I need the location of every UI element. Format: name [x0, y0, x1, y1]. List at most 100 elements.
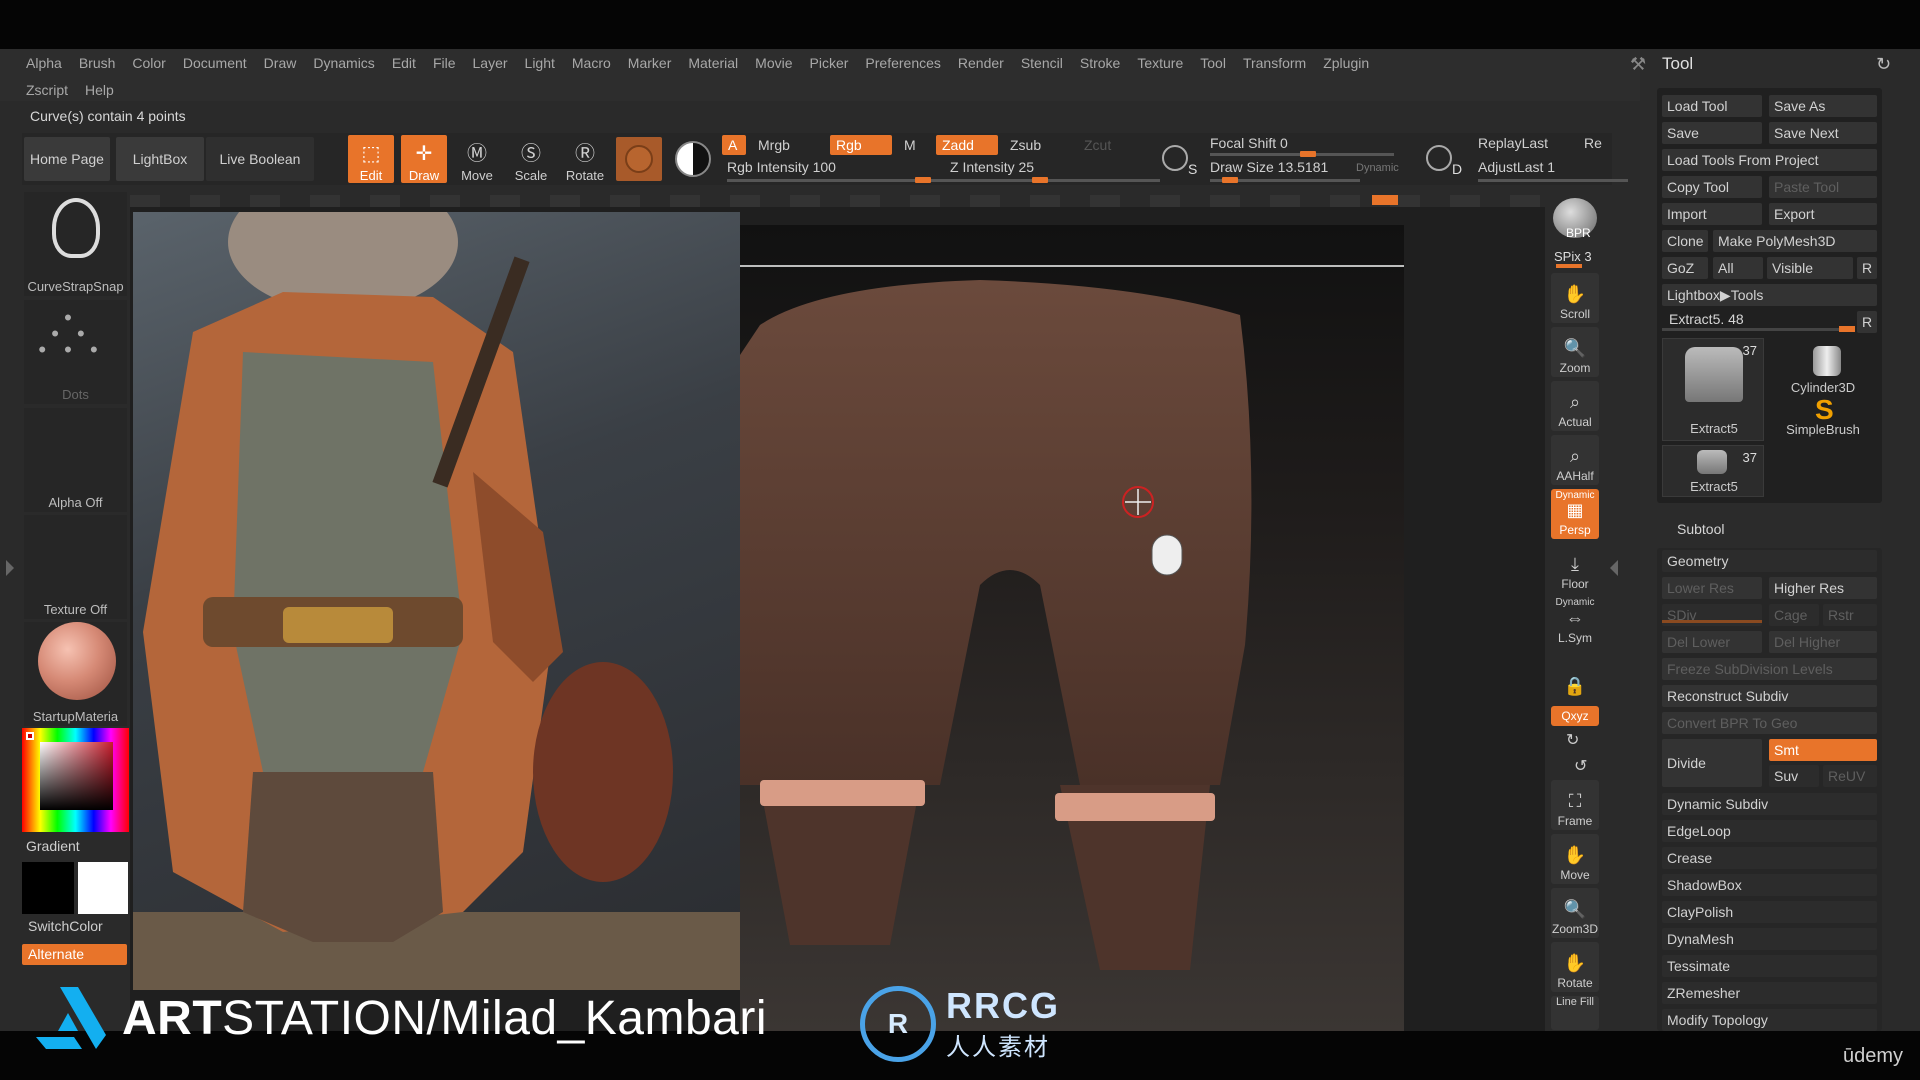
lightbox-tools-button[interactable]: Lightbox▶Tools — [1662, 284, 1877, 306]
material-thumbnail[interactable]: StartupMateria — [24, 622, 127, 726]
dynamic-label[interactable]: Dynamic — [1356, 162, 1399, 174]
geometry-subsection[interactable]: Dynamic Subdiv — [1662, 793, 1877, 815]
edit-mode-button[interactable]: ⬚ Edit — [348, 135, 394, 183]
extract-slider-knob[interactable] — [1839, 326, 1855, 332]
alternate-button[interactable]: Alternate — [22, 944, 127, 965]
lazymouse-d-button[interactable]: D — [1422, 137, 1466, 181]
menu-item[interactable]: File — [429, 55, 469, 71]
spix-slider[interactable]: SPix 3 — [1554, 249, 1592, 264]
sdiv-slider-track[interactable] — [1662, 620, 1762, 623]
draw-size-knob[interactable] — [1222, 177, 1238, 183]
3d-viewport[interactable] — [740, 225, 1404, 1031]
color-marker[interactable] — [26, 732, 34, 740]
rgb-intensity-knob[interactable] — [915, 177, 931, 183]
menu-item[interactable]: Brush — [75, 55, 129, 71]
rotate-y-icon[interactable]: ↻ — [1566, 730, 1579, 750]
goz-visible-button[interactable]: Visible — [1767, 257, 1853, 279]
live-boolean-button[interactable]: Live Boolean — [206, 137, 314, 181]
higher-res-button[interactable]: Higher Res — [1769, 577, 1877, 599]
re-button[interactable]: Re — [1584, 135, 1602, 151]
color-picker[interactable] — [22, 728, 129, 832]
tool-thumb-extract5-b[interactable]: 37 Extract5 — [1662, 445, 1764, 497]
zoom3d-button[interactable]: 🔍 Zoom3D — [1551, 888, 1599, 938]
z-intensity-knob[interactable] — [1032, 177, 1048, 183]
del-higher-button[interactable]: Del Higher — [1769, 631, 1877, 653]
menu-item[interactable]: Zplugin — [1319, 55, 1382, 71]
geometry-header[interactable]: Geometry — [1662, 550, 1877, 572]
menu-item[interactable]: Document — [179, 55, 260, 71]
menu-item[interactable]: Zscript — [22, 82, 81, 98]
brush-thumbnail[interactable]: CurveStrapSnap — [24, 192, 127, 296]
rstr-button[interactable]: Rstr — [1823, 604, 1877, 626]
menu-item[interactable]: Color — [128, 55, 178, 71]
right-shelf-collapse-arrow[interactable] — [1610, 560, 1618, 576]
del-lower-button[interactable]: Del Lower — [1662, 631, 1762, 653]
tool-thumb-cylinder3d[interactable]: Cylinder3D S SimpleBrush — [1769, 338, 1877, 441]
menu-item[interactable]: Preferences — [861, 55, 953, 71]
export-button[interactable]: Export — [1769, 203, 1877, 225]
divide-button[interactable]: Divide — [1662, 739, 1762, 787]
menu-item[interactable]: Marker — [624, 55, 685, 71]
aahalf-button[interactable]: ⌕ AAHalf — [1551, 435, 1599, 485]
menu-item[interactable]: Material — [684, 55, 751, 71]
geometry-subsection[interactable]: ShadowBox — [1662, 874, 1877, 896]
spix-knob[interactable] — [1556, 264, 1582, 268]
m-toggle[interactable]: M — [898, 135, 922, 155]
frame-button[interactable]: ⛶ Frame — [1551, 780, 1599, 830]
rotate-z-icon[interactable]: ↺ — [1574, 756, 1587, 776]
geometry-subsection[interactable]: ClayPolish — [1662, 901, 1877, 923]
goz-button[interactable]: GoZ — [1662, 257, 1708, 279]
sculptris-s-button[interactable]: S — [1158, 137, 1202, 181]
zsub-toggle[interactable]: Zsub — [1004, 135, 1054, 155]
zadd-toggle[interactable]: Zadd — [936, 135, 998, 155]
tool-palette-title[interactable]: Tool — [1662, 54, 1693, 74]
secondary-color-swatch[interactable] — [78, 862, 128, 914]
draw-mode-button[interactable]: ✛ Draw — [401, 135, 447, 183]
gradient-label[interactable]: Gradient — [26, 838, 80, 854]
stroke-thumbnail[interactable]: • • • • • • Dots — [24, 300, 127, 404]
move-view-button[interactable]: ✋ Move — [1551, 834, 1599, 884]
geometry-subsection[interactable]: DynaMesh — [1662, 928, 1877, 950]
z-intensity-slider[interactable] — [950, 179, 1160, 182]
geometry-subsection[interactable]: Modify Topology — [1662, 1009, 1877, 1031]
geometry-subsection[interactable]: Crease — [1662, 847, 1877, 869]
mrgb-toggle[interactable]: Mrgb — [752, 135, 802, 155]
geometry-subsection[interactable]: ZRemesher — [1662, 982, 1877, 1004]
tool-thumb-extract5[interactable]: 37 Extract5 — [1662, 338, 1764, 441]
menu-item[interactable]: Stencil — [1017, 55, 1076, 71]
smt-toggle[interactable]: Smt — [1769, 739, 1877, 761]
menu-item[interactable]: Transform — [1239, 55, 1319, 71]
material-swatch-button[interactable] — [616, 137, 662, 181]
home-page-button[interactable]: Home Page — [24, 137, 110, 181]
goz-r-button[interactable]: R — [1857, 257, 1877, 279]
lock-button[interactable]: 🔒 — [1551, 651, 1599, 701]
lsym-button[interactable]: Dynamic ⇔ L.Sym — [1551, 597, 1599, 647]
rotate-mode-button[interactable]: Ⓡ Rotate — [562, 135, 608, 183]
extract-slider[interactable] — [1662, 328, 1852, 331]
extract-r-button[interactable]: R — [1857, 311, 1877, 333]
rgb-toggle[interactable]: Rgb — [830, 135, 892, 155]
geometry-subsection[interactable]: Tessimate — [1662, 955, 1877, 977]
reuv-button[interactable]: ReUV — [1823, 765, 1877, 787]
color-saturation-square[interactable] — [40, 742, 113, 810]
menu-item[interactable]: Picker — [806, 55, 862, 71]
zoom-button[interactable]: 🔍 Zoom — [1551, 327, 1599, 377]
focal-shift-knob[interactable] — [1300, 151, 1316, 157]
save-next-button[interactable]: Save Next — [1769, 122, 1877, 144]
menu-item[interactable]: Tool — [1196, 55, 1239, 71]
menu-item[interactable]: Macro — [568, 55, 624, 71]
menu-item[interactable]: Render — [954, 55, 1017, 71]
import-button[interactable]: Import — [1662, 203, 1762, 225]
move-mode-button[interactable]: Ⓜ Move — [454, 135, 500, 183]
actual-button[interactable]: ⌕ Actual — [1551, 381, 1599, 431]
menu-item[interactable]: Stroke — [1076, 55, 1133, 71]
adjust-last-slider[interactable] — [1478, 179, 1628, 182]
scale-mode-button[interactable]: Ⓢ Scale — [508, 135, 554, 183]
load-tools-from-project-button[interactable]: Load Tools From Project — [1662, 149, 1877, 171]
menu-item[interactable]: Light — [521, 55, 568, 71]
lower-res-button[interactable]: Lower Res — [1662, 577, 1762, 599]
left-shelf-collapse-arrow[interactable] — [6, 560, 14, 576]
menu-item[interactable]: Texture — [1133, 55, 1196, 71]
linefill-button[interactable]: Line Fill — [1551, 996, 1599, 1030]
switch-color-button[interactable]: SwitchColor — [28, 918, 103, 934]
